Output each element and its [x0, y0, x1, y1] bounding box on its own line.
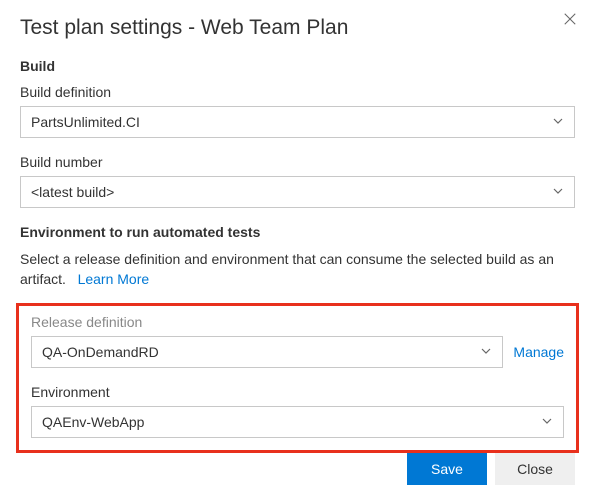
- build-number-value: <latest build>: [31, 184, 114, 200]
- release-definition-label: Release definition: [31, 314, 564, 330]
- close-button[interactable]: Close: [495, 453, 575, 485]
- build-number-dropdown[interactable]: <latest build>: [20, 176, 575, 208]
- release-definition-dropdown[interactable]: QA-OnDemandRD: [31, 336, 503, 368]
- chevron-down-icon: [541, 414, 553, 430]
- build-definition-value: PartsUnlimited.CI: [31, 114, 140, 130]
- build-number-label: Build number: [20, 154, 575, 170]
- release-definition-value: QA-OnDemandRD: [42, 344, 159, 360]
- build-heading: Build: [20, 58, 575, 74]
- chevron-down-icon: [480, 344, 492, 360]
- manage-link[interactable]: Manage: [513, 344, 564, 360]
- environment-dropdown[interactable]: QAEnv-WebApp: [31, 406, 564, 438]
- highlight-box: Release definition QA-OnDemandRD Manage …: [16, 303, 579, 453]
- environment-heading: Environment to run automated tests: [20, 224, 575, 240]
- environment-value: QAEnv-WebApp: [42, 414, 144, 430]
- chevron-down-icon: [552, 114, 564, 130]
- dialog-title: Test plan settings - Web Team Plan: [20, 16, 575, 40]
- save-button[interactable]: Save: [407, 453, 487, 485]
- test-plan-settings-dialog: Test plan settings - Web Team Plan Build…: [0, 0, 595, 473]
- close-icon[interactable]: [561, 12, 579, 30]
- environment-label: Environment: [31, 384, 564, 400]
- chevron-down-icon: [552, 184, 564, 200]
- build-definition-label: Build definition: [20, 84, 575, 100]
- build-definition-dropdown[interactable]: PartsUnlimited.CI: [20, 106, 575, 138]
- environment-description: Select a release definition and environm…: [20, 250, 575, 289]
- learn-more-link[interactable]: Learn More: [78, 271, 150, 287]
- dialog-footer: Save Close: [407, 453, 575, 485]
